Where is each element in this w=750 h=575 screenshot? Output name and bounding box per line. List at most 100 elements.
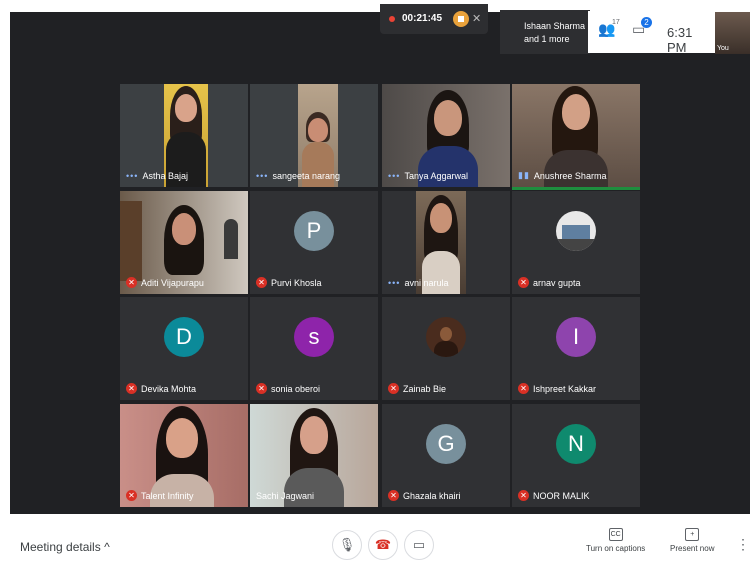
meeting-stage: ••• Astha Bajaj ••• sangeeta narang ••• … <box>10 12 750 514</box>
chat-badge: 2 <box>641 17 652 28</box>
present-now-button[interactable]: + Present now <box>670 528 714 553</box>
participant-tile[interactable]: ✕ Zainab Bie <box>382 297 510 400</box>
participant-label: ✕ Ishpreet Kakkar <box>518 383 596 394</box>
participant-label: ✕ NOOR MALIK <box>518 490 590 501</box>
participant-name: Ishpreet Kakkar <box>533 383 597 394</box>
participant-tile[interactable]: Sachi Jagwani <box>250 404 378 507</box>
hang-up-icon: ☎ <box>374 537 392 552</box>
top-right-tray: 👥 17 ▭ 2 6:31 PM <box>588 11 715 55</box>
avatar <box>426 317 466 357</box>
captions-label: Turn on captions <box>586 544 646 553</box>
participant-label: ✕ Ghazala khairi <box>388 490 461 501</box>
presenter-name: Ishaan Sharma <box>524 21 586 31</box>
participant-name: avni narula <box>404 278 449 288</box>
meeting-details-label: Meeting details <box>20 540 101 554</box>
participant-name: NOOR MALIK <box>533 490 590 501</box>
mic-off-icon: ✕ <box>126 383 137 394</box>
participant-label: ✕ Zainab Bie <box>388 383 446 394</box>
clock: 6:31 PM <box>667 25 693 55</box>
avatar: N <box>556 424 596 464</box>
participant-name: Tanya Aggarwal <box>404 171 468 181</box>
participant-label: ✕ sonia oberoi <box>256 383 320 394</box>
participant-tile[interactable]: N ✕ NOOR MALIK <box>512 404 640 507</box>
self-view-label: You <box>717 45 729 52</box>
recording-dot-icon <box>389 16 395 22</box>
more-options-icon[interactable]: ••• <box>388 171 400 181</box>
mic-off-icon: ✕ <box>472 13 482 25</box>
recording-timer: 00:21:45 <box>402 13 443 24</box>
avatar: s <box>294 317 334 357</box>
participant-name: Sachi Jagwani <box>256 491 315 501</box>
camera-button[interactable]: ▭ <box>404 530 434 560</box>
participant-tile[interactable]: ••• sangeeta narang <box>250 84 378 187</box>
participant-label: ••• Astha Bajaj <box>126 171 188 181</box>
presenting-banner: Ishaan Sharma and 1 more <box>500 10 590 54</box>
participant-label: ••• Tanya Aggarwal <box>388 171 468 181</box>
participant-tile[interactable]: ••• Astha Bajaj <box>120 84 248 187</box>
participant-name: sonia oberoi <box>271 383 321 394</box>
more-options-icon[interactable]: ⋮ <box>736 536 750 553</box>
mic-off-icon: ✕ <box>126 277 137 288</box>
more-options-icon[interactable]: ••• <box>388 278 400 288</box>
leave-call-button[interactable]: ☎ <box>368 530 398 560</box>
mic-off-icon: ✕ <box>518 490 529 501</box>
participant-tile[interactable]: P ✕ Purvi Khosla <box>250 191 378 294</box>
participant-name: Zainab Bie <box>403 383 447 394</box>
participant-tile[interactable]: ✕ arnav gupta <box>512 191 640 294</box>
participant-label: Sachi Jagwani <box>256 491 314 501</box>
participant-tile[interactable]: s ✕ sonia oberoi <box>250 297 378 400</box>
chevron-up-icon: ^ <box>104 540 110 554</box>
avatar: P <box>294 211 334 251</box>
avatar: D <box>164 317 204 357</box>
people-count: 17 <box>612 19 620 26</box>
participant-label: ✕ Talent Infinity <box>126 490 194 501</box>
more-options-icon[interactable]: ••• <box>256 171 268 181</box>
participant-name: Aditi Vijapurapu <box>141 277 204 288</box>
mic-off-icon: ✕ <box>388 490 399 501</box>
participant-tile[interactable]: ••• Tanya Aggarwal <box>382 84 510 187</box>
avatar <box>556 211 596 251</box>
participant-name: Talent Infinity <box>141 490 194 501</box>
participant-name: Purvi Khosla <box>271 277 322 288</box>
participant-name: Anushree Sharma <box>533 170 607 181</box>
participant-name: Astha Bajaj <box>142 171 188 181</box>
speaking-indicator-icon: ▮▮ <box>518 170 530 180</box>
mic-off-icon: ✕ <box>256 277 267 288</box>
captions-icon: CC <box>608 528 623 541</box>
microphone-icon: 🎙 <box>338 537 356 552</box>
presenter-more: and 1 more <box>524 34 570 44</box>
participant-tile[interactable]: ••• avni narula <box>382 191 510 294</box>
avatar: G <box>426 424 466 464</box>
participant-label: ▮▮ Anushree Sharma <box>518 170 606 181</box>
participant-label: ✕ Devika Mohta <box>126 383 196 394</box>
recording-indicator: 00:21:45 ✕ <box>380 4 488 34</box>
meeting-details-button[interactable]: Meeting details ^ <box>20 540 110 554</box>
participant-name: sangeeta narang <box>272 171 341 181</box>
mic-off-icon: ✕ <box>518 383 529 394</box>
stop-recording-button[interactable] <box>453 11 469 27</box>
participant-name: Devika Mohta <box>141 383 197 394</box>
mic-off-icon: ✕ <box>388 383 399 394</box>
participant-name: arnav gupta <box>533 277 581 288</box>
camera-icon: ▭ <box>412 537 426 552</box>
participant-label: ••• avni narula <box>388 278 448 288</box>
participant-tile-speaking[interactable]: ▮▮ Anushree Sharma <box>512 84 640 190</box>
mic-off-icon: ✕ <box>518 277 529 288</box>
present-label: Present now <box>670 544 715 553</box>
participant-tile[interactable]: ✕ Talent Infinity <box>120 404 248 507</box>
participant-tile[interactable]: G ✕ Ghazala khairi <box>382 404 510 507</box>
present-icon: + <box>685 528 700 541</box>
participant-label: ✕ Aditi Vijapurapu <box>126 277 204 288</box>
self-view[interactable]: You <box>715 12 750 54</box>
microphone-button[interactable]: 🎙 <box>332 530 362 560</box>
participant-label: ✕ Purvi Khosla <box>256 277 322 288</box>
avatar: I <box>556 317 596 357</box>
participant-label: ••• sangeeta narang <box>256 171 340 181</box>
participant-tile[interactable]: D ✕ Devika Mohta <box>120 297 248 400</box>
bottom-toolbar: Meeting details ^ 🎙 ☎ ▭ CC Turn on capti… <box>0 516 750 575</box>
participant-label: ✕ arnav gupta <box>518 277 581 288</box>
more-options-icon[interactable]: ••• <box>126 171 138 181</box>
participant-tile[interactable]: I ✕ Ishpreet Kakkar <box>512 297 640 400</box>
captions-button[interactable]: CC Turn on captions <box>586 528 645 553</box>
participant-tile[interactable]: ✕ Aditi Vijapurapu <box>120 191 248 294</box>
